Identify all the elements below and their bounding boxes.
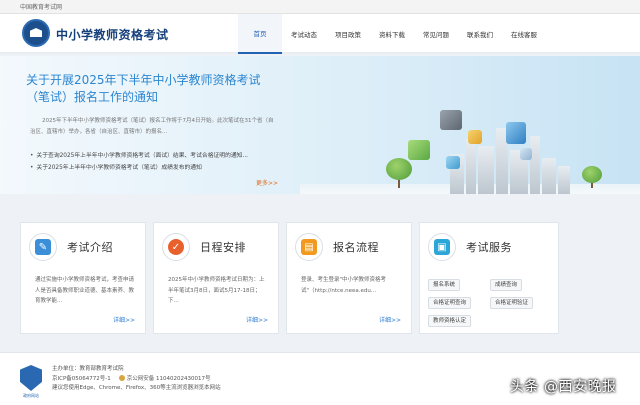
nav-item-policy[interactable]: 项目政策 — [326, 14, 370, 54]
form-icon: ▤ — [301, 239, 317, 255]
banner-news-link[interactable]: 关于查询2025年上半年中小学教师资格考试（面试）结果、考试合格证明的通知... — [30, 150, 276, 162]
news-banner: 关于开展2025年下半年中小学教师资格考试（笔试）报名工作的通知 2025年下半… — [0, 56, 640, 194]
building — [466, 139, 476, 194]
main-nav: 首页 考试动态 项目政策 资料下载 常见问题 联系我们 在线客服 — [238, 14, 546, 54]
feature-cards: ✎ 考试介绍 通过实施中小学教师资格考试，考查申请人是否具备教师职业道德、基本素… — [20, 222, 620, 334]
registration-system-button[interactable]: 报名系统 — [428, 279, 461, 291]
certificate-query-button[interactable]: 合格证明查询 — [428, 297, 472, 309]
monitor-cube-icon — [440, 110, 462, 130]
icp-link[interactable]: 京ICP备05064772号-1 — [52, 376, 111, 382]
card-exam-intro: ✎ 考试介绍 通过实施中小学教师资格考试，考查申请人是否具备教师职业道德、基本素… — [20, 222, 146, 334]
card-icon-wrap: ▣ — [428, 233, 456, 261]
banner-headline-link[interactable]: 关于开展2025年下半年中小学教师资格考试（笔试）报名工作的通知 — [26, 72, 276, 106]
top-bar-text: 中国教育考试网 — [20, 4, 63, 11]
banner-news-link[interactable]: 关于2025年上半年中小学教师资格考试（笔试）成绩发布的通知 — [30, 162, 276, 174]
certificate-verify-button[interactable]: 合格证明验证 — [490, 297, 534, 309]
score-query-button[interactable]: 成绩查询 — [490, 279, 523, 291]
nav-item-exam-news[interactable]: 考试动态 — [282, 14, 326, 54]
card-text: 通过实施中小学教师资格考试，考查申请人是否具备教师职业道德、基本素养、教育教学能… — [35, 277, 135, 304]
check-icon: ✓ — [168, 239, 184, 255]
footer-organizer: 主办单位：教育部教育考试院 — [52, 366, 124, 372]
banner-news-list: 关于查询2025年上半年中小学教师资格考试（面试）结果、考试合格证明的通知...… — [30, 150, 276, 174]
user-card-icon: ▣ — [434, 239, 450, 255]
book-icon: ✎ — [35, 239, 51, 255]
nav-item-faq[interactable]: 常见问题 — [414, 14, 458, 54]
card-text: 登录、考生登录"中小学教师资格考试"（http://ntce.neea.edu.… — [301, 277, 387, 294]
card-title[interactable]: 考试服务 — [466, 239, 512, 255]
banner-summary: 2025年下半年中小学教师资格考试（笔试）报名工作将于7月4日开始。此次笔试在3… — [30, 118, 274, 135]
card-more-link[interactable]: 详细>> — [379, 315, 401, 324]
gov-site-shield-icon[interactable] — [20, 365, 42, 391]
tree-icon — [582, 166, 602, 183]
card-title[interactable]: 日程安排 — [200, 239, 246, 255]
cloud-cube-icon — [506, 122, 526, 144]
police-badge-icon — [118, 375, 125, 381]
book-cube-icon — [520, 148, 532, 160]
card-icon-wrap: ✓ — [162, 233, 190, 261]
nav-item-home[interactable]: 首页 — [238, 14, 282, 54]
card-text: 2025年中小学教师资格考试日期为：上半年笔试3月8日，面试5月17-18日；下… — [168, 277, 265, 304]
card-exam-service: ▣ 考试服务 报名系统 成绩查询 合格证明查询 合格证明验证 教师资格认定 — [419, 222, 559, 334]
top-bar: 中国教育考试网 — [0, 0, 640, 14]
site-header: 中小学教师资格考试 首页 考试动态 项目政策 资料下载 常见问题 联系我们 在线… — [0, 14, 640, 54]
card-schedule: ✓ 日程安排 2025年中小学教师资格考试日期为：上半年笔试3月8日，面试5月1… — [153, 222, 279, 334]
card-registration: ▤ 报名流程 登录、考生登录"中小学教师资格考试"（http://ntce.ne… — [286, 222, 412, 334]
building — [542, 158, 556, 194]
card-more-link[interactable]: 详细>> — [246, 315, 268, 324]
card-title[interactable]: 考试介绍 — [67, 239, 113, 255]
police-record-link[interactable]: 京公网安备 11040202430017号 — [127, 376, 211, 382]
building — [530, 136, 540, 194]
site-logo-icon[interactable] — [22, 19, 50, 47]
book-cube-icon — [408, 140, 430, 160]
card-icon-wrap: ✎ — [29, 233, 57, 261]
card-title[interactable]: 报名流程 — [333, 239, 379, 255]
footer-info: 主办单位：教育部教育考试院 京ICP备05064772号-1 京公网安备 1104… — [52, 365, 221, 394]
nav-item-downloads[interactable]: 资料下载 — [370, 14, 414, 54]
card-more-link[interactable]: 详细>> — [113, 315, 135, 324]
nav-item-online-service[interactable]: 在线客服 — [502, 14, 546, 54]
building — [478, 146, 494, 194]
building — [558, 166, 570, 194]
footer-record-row: 京ICP备05064772号-1 京公网安备 11040202430017号 — [52, 375, 221, 385]
footer-browser-tip: 建议您使用Edge、Chrome、Firefox、360等主流浏览器浏览本网站 — [52, 385, 221, 391]
calendar-cube-icon — [468, 130, 482, 144]
gov-site-label: 政府网站 — [23, 393, 39, 398]
chat-cube-icon — [446, 156, 460, 169]
tree-icon — [386, 158, 412, 180]
site-title[interactable]: 中小学教师资格考试 — [56, 26, 169, 43]
teacher-certification-button[interactable]: 教师资格认定 — [428, 315, 472, 327]
card-icon-wrap: ▤ — [295, 233, 323, 261]
watermark-text: 头条 @西安晚报 — [510, 379, 617, 395]
nav-item-contact[interactable]: 联系我们 — [458, 14, 502, 54]
banner-more-link[interactable]: 更多>> — [256, 178, 278, 187]
